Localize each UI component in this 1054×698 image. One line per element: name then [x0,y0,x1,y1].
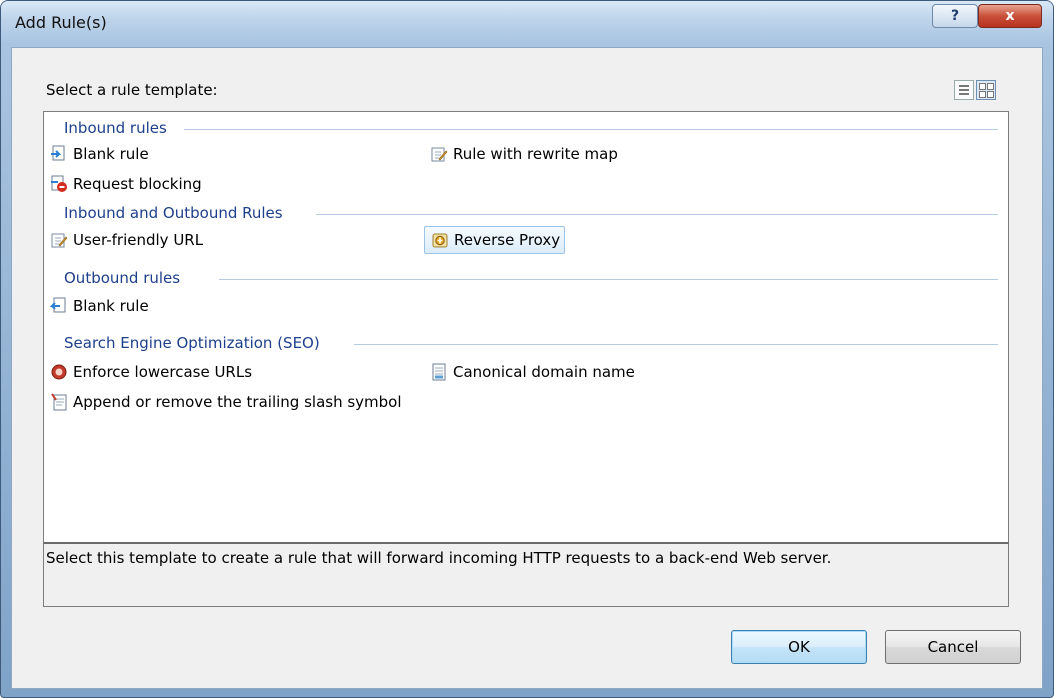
blank-outbound-rule-icon [50,297,66,313]
template-item-label: Enforce lowercase URLs [73,363,253,381]
blank-inbound-rule-icon [51,145,65,161]
reverse-proxy-icon [432,233,448,248]
template-item-canonical-domain[interactable]: Canonical domain name [424,360,639,384]
group-divider [316,214,998,215]
help-icon: ? [950,8,960,24]
template-item-reverse-proxy[interactable]: Reverse Proxy [424,226,566,254]
list-view-button[interactable] [954,80,974,100]
dialog-title: Add Rule(s) [15,13,107,32]
help-button[interactable]: ? [932,4,978,28]
template-item-blank-outbound-rule[interactable]: Blank rule [44,294,153,318]
user-friendly-url-icon [51,233,68,248]
template-item-label: Rule with rewrite map [453,145,618,163]
rule-template-list[interactable]: Inbound rules Blank rule Rule with rewri… [43,111,1009,543]
template-item-label: Blank rule [73,297,149,315]
group-header-inbound: Inbound rules [64,119,167,137]
close-icon: x [1005,8,1015,24]
trailing-slash-icon [51,393,67,411]
group-header-inbound-outbound: Inbound and Outbound Rules [64,204,283,222]
title-bar[interactable]: Add Rule(s) ? x [1,1,1053,43]
template-item-label: Blank rule [73,145,149,163]
request-blocking-icon [51,175,67,192]
canonical-domain-icon [432,363,446,381]
template-item-request-blocking[interactable]: Request blocking [44,172,206,196]
dialog-body: Select a rule template: Inbound rules Bl… [11,47,1043,689]
group-header-seo: Search Engine Optimization (SEO) [64,334,320,352]
group-divider [184,129,998,130]
rewrite-map-icon [431,147,448,162]
ok-button[interactable]: OK [731,630,867,664]
group-divider [354,344,998,345]
template-description-panel: Select this template to create a rule th… [43,542,1009,607]
group-header-outbound: Outbound rules [64,269,181,287]
template-item-label: User-friendly URL [73,231,204,249]
template-item-label: Request blocking [73,175,202,193]
add-rules-dialog: Add Rule(s) ? x Select a rule template: … [0,0,1054,698]
template-description: Select this template to create a rule th… [46,549,832,567]
close-button[interactable]: x [978,4,1042,28]
template-item-blank-inbound-rule[interactable]: Blank rule [44,142,153,166]
template-prompt-label: Select a rule template: [46,81,218,99]
template-item-label: Reverse Proxy [454,231,561,249]
template-item-enforce-lowercase[interactable]: Enforce lowercase URLs [44,360,256,384]
template-item-user-friendly-url[interactable]: User-friendly URL [44,228,207,252]
template-item-label: Canonical domain name [453,363,635,381]
template-item-rewrite-map[interactable]: Rule with rewrite map [424,142,622,166]
template-item-trailing-slash[interactable]: Append or remove the trailing slash symb… [44,390,406,414]
group-divider [219,279,998,280]
template-item-label: Append or remove the trailing slash symb… [73,393,402,411]
lowercase-urls-icon [51,364,67,380]
tile-view-button[interactable] [976,80,996,100]
cancel-button[interactable]: Cancel [885,630,1021,664]
